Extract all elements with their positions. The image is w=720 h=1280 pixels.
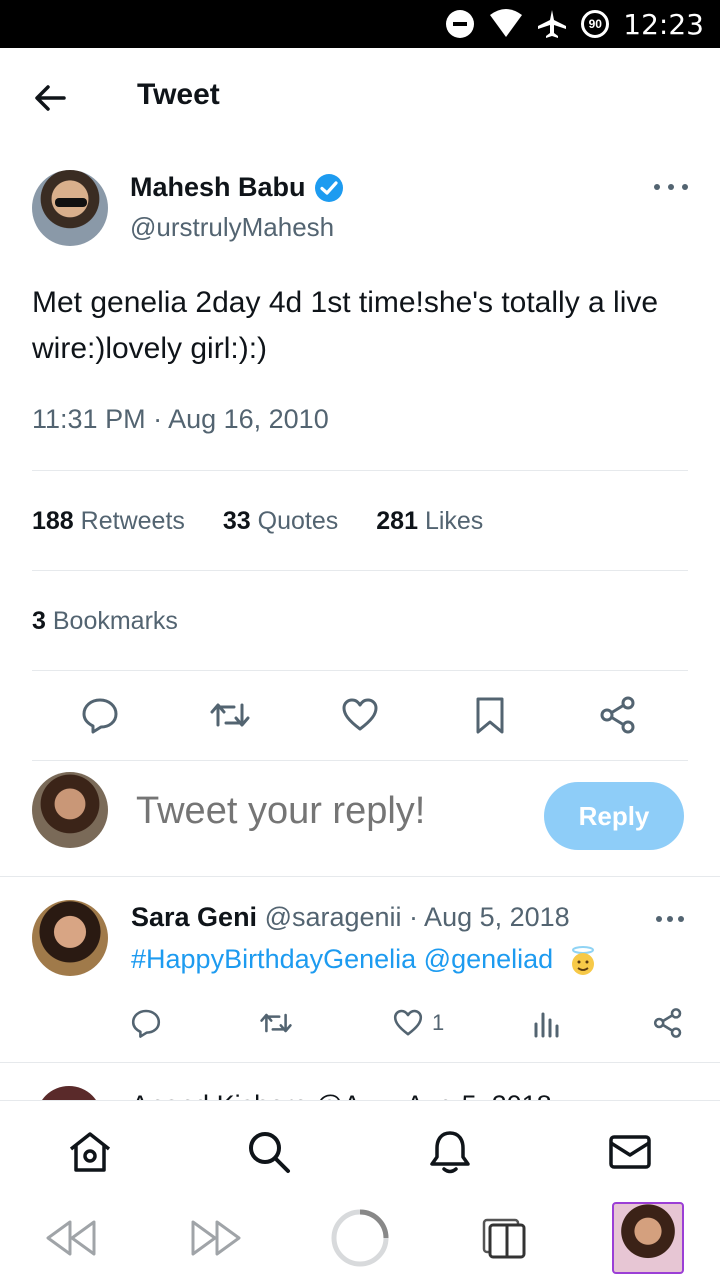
system-navigation bbox=[0, 1198, 720, 1280]
page-title: Tweet bbox=[137, 78, 220, 111]
search-icon bbox=[249, 1132, 290, 1173]
reply-reply-button[interactable] bbox=[130, 1006, 162, 1040]
messages-icon bbox=[609, 1135, 651, 1169]
tweet-text: Met genelia 2day 4d 1st time!she's total… bbox=[32, 286, 659, 365]
current-user-avatar bbox=[32, 772, 108, 848]
divider bbox=[32, 470, 688, 471]
divider bbox=[0, 1062, 720, 1063]
next-reply-peek[interactable]: Anand Kishore @A... · Aug 5, 2018 bbox=[0, 1086, 720, 1100]
share-button[interactable] bbox=[595, 692, 641, 738]
loading-icon bbox=[331, 1209, 389, 1267]
rewind-icon bbox=[46, 1220, 96, 1256]
bookmarks-label: Bookmarks bbox=[52, 607, 178, 635]
back-button[interactable] bbox=[30, 78, 70, 118]
tweet-timestamp[interactable]: 11:31 PM · Aug 16, 2010 bbox=[32, 404, 329, 435]
sys-loading-indicator bbox=[330, 1208, 390, 1268]
reply-submit-button[interactable]: Reply bbox=[544, 782, 684, 850]
like-icon bbox=[342, 698, 378, 731]
dnd-icon bbox=[446, 10, 475, 38]
author-handle[interactable]: @urstrulyMahesh bbox=[130, 212, 334, 243]
back-arrow-icon bbox=[35, 85, 66, 111]
likes-label: Likes bbox=[424, 507, 484, 535]
reply-meta: @saragenii · Aug 5, 2018 bbox=[264, 902, 570, 932]
like-icon bbox=[393, 1009, 423, 1036]
reply-like-button[interactable]: 1 bbox=[392, 1006, 444, 1040]
reply-retweet-button[interactable] bbox=[258, 1006, 294, 1040]
nav-notifications[interactable] bbox=[427, 1129, 473, 1175]
retweet-icon bbox=[260, 1013, 292, 1033]
wifi-icon bbox=[490, 9, 523, 37]
bookmark-icon bbox=[476, 697, 504, 734]
nav-home[interactable] bbox=[67, 1129, 113, 1175]
like-button[interactable] bbox=[337, 692, 383, 738]
quotes-label: Quotes bbox=[257, 507, 339, 535]
more-options-icon[interactable] bbox=[654, 184, 688, 194]
likes-stat[interactable]: 281 Likes bbox=[376, 507, 483, 536]
tweet-action-bar bbox=[32, 692, 688, 742]
tweet-stats: 188 Retweets 33 Quotes 281 Likes bbox=[32, 507, 483, 536]
analytics-icon bbox=[534, 1012, 559, 1038]
author-avatar[interactable] bbox=[32, 170, 108, 246]
sys-forward-button[interactable] bbox=[186, 1208, 246, 1268]
reply-author-avatar[interactable] bbox=[32, 900, 108, 976]
retweet-button[interactable] bbox=[207, 692, 253, 738]
app-thumbnail[interactable] bbox=[612, 1202, 684, 1274]
next-reply-header: Anand Kishore @A... · Aug 5, 2018 bbox=[131, 1090, 552, 1100]
retweets-count: 188 bbox=[32, 507, 74, 535]
reply-button[interactable] bbox=[77, 692, 123, 738]
battery-saver-badge: 90 bbox=[581, 10, 610, 38]
retweets-label: Retweets bbox=[80, 507, 185, 535]
reply-tweet[interactable]: Sara Geni @saragenii · Aug 5, 2018 #Happ… bbox=[0, 898, 720, 1058]
bookmark-button[interactable] bbox=[467, 692, 513, 738]
angel-emoji-icon bbox=[571, 945, 594, 975]
divider bbox=[32, 570, 688, 571]
status-bar: 90 12:23 bbox=[0, 0, 720, 48]
reply-more-options-icon[interactable] bbox=[656, 916, 684, 924]
fast-forward-icon bbox=[191, 1220, 241, 1256]
reply-hashtags[interactable]: #HappyBirthdayGenelia @geneliad bbox=[131, 944, 553, 974]
tabs-icon bbox=[482, 1218, 526, 1259]
retweets-stat[interactable]: 188 Retweets bbox=[32, 507, 185, 536]
airplane-icon bbox=[538, 10, 567, 38]
likes-count: 281 bbox=[376, 507, 418, 535]
notifications-icon bbox=[430, 1131, 470, 1174]
divider bbox=[0, 876, 720, 877]
home-icon bbox=[69, 1132, 111, 1172]
sys-rewind-button[interactable] bbox=[41, 1208, 101, 1268]
reply-icon bbox=[82, 698, 118, 734]
sys-tabs-button[interactable] bbox=[474, 1208, 534, 1268]
bookmarks-count: 3 bbox=[32, 607, 46, 635]
reply-share-button[interactable] bbox=[652, 1006, 684, 1040]
top-bar: Tweet bbox=[0, 48, 720, 146]
status-time: 12:23 bbox=[623, 7, 704, 41]
bookmarks-stat[interactable]: 3 Bookmarks bbox=[32, 607, 178, 636]
reply-header: Sara Geni @saragenii · Aug 5, 2018 bbox=[131, 902, 570, 933]
reply-action-bar: 1 bbox=[128, 1006, 688, 1046]
reply-icon bbox=[131, 1009, 161, 1038]
next-reply-avatar[interactable] bbox=[36, 1086, 102, 1100]
reply-author-name[interactable]: Sara Geni bbox=[131, 902, 257, 932]
author-name[interactable]: Mahesh Babu bbox=[130, 172, 306, 203]
reply-composer: Reply bbox=[0, 772, 720, 858]
reply-views-button[interactable] bbox=[532, 1006, 562, 1040]
divider bbox=[32, 670, 688, 671]
quotes-stat[interactable]: 33 Quotes bbox=[223, 507, 338, 536]
reply-like-count: 1 bbox=[432, 1010, 445, 1035]
divider bbox=[32, 760, 688, 761]
share-icon bbox=[653, 1008, 682, 1038]
quotes-count: 33 bbox=[222, 507, 251, 535]
verified-badge-icon bbox=[314, 173, 343, 202]
reply-text: #HappyBirthdayGenelia @geneliad bbox=[131, 944, 599, 977]
retweet-icon bbox=[210, 703, 250, 727]
nav-search[interactable] bbox=[246, 1129, 292, 1175]
tweet-author: Mahesh Babu @urstrulyMahesh bbox=[32, 170, 688, 250]
nav-messages[interactable] bbox=[607, 1129, 653, 1175]
bottom-navigation bbox=[0, 1100, 720, 1198]
share-icon bbox=[600, 696, 635, 734]
reply-input[interactable] bbox=[136, 790, 516, 833]
